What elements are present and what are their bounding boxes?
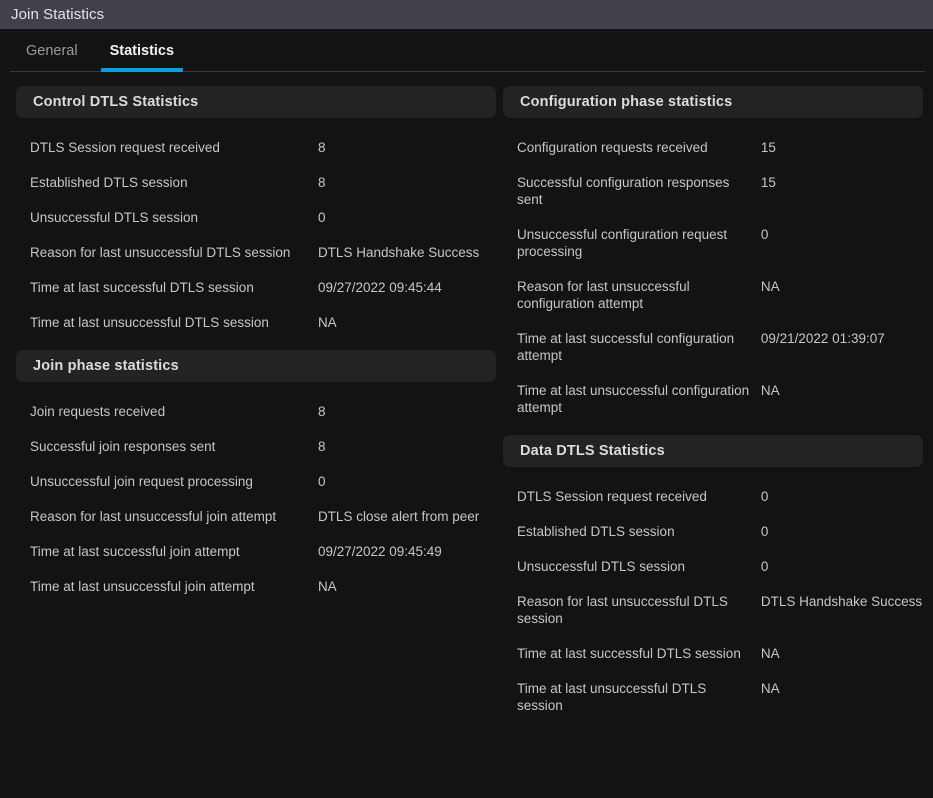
table-row: Unsuccessful DTLS session 0 bbox=[503, 549, 923, 584]
row-label: Reason for last unsuccessful DTLS sessio… bbox=[30, 245, 291, 260]
table-row: Configuration requests received 15 bbox=[503, 130, 923, 165]
table-row: Reason for last unsuccessful configurati… bbox=[503, 269, 923, 321]
row-label: Successful join responses sent bbox=[30, 439, 216, 454]
row-label: Time at last successful DTLS session bbox=[30, 280, 254, 295]
table-row: Time at last unsuccessful DTLS session N… bbox=[16, 305, 496, 340]
section-configuration-phase-statistics: Configuration phase statistics Configura… bbox=[503, 86, 923, 435]
row-label: Time at last unsuccessful configuration … bbox=[517, 383, 750, 415]
section-rows: Join requests received 8 Successful join… bbox=[16, 394, 496, 614]
row-value: 0 bbox=[317, 474, 326, 489]
table-row: DTLS Session request received 8 bbox=[16, 130, 496, 165]
row-value: 8 bbox=[317, 439, 326, 454]
row-label: Unsuccessful configuration request proce… bbox=[517, 227, 728, 259]
table-row: Time at last unsuccessful configuration … bbox=[503, 373, 923, 425]
section-join-phase-statistics: Join phase statistics Join requests rece… bbox=[16, 350, 496, 614]
row-value: NA bbox=[317, 315, 337, 330]
row-label: Unsuccessful DTLS session bbox=[517, 559, 686, 574]
row-label: Unsuccessful DTLS session bbox=[30, 210, 199, 225]
table-row: Successful join responses sent 8 bbox=[16, 429, 496, 464]
statistics-content: Control DTLS Statistics DTLS Session req… bbox=[0, 72, 933, 733]
table-row: Time at last unsuccessful DTLS session N… bbox=[503, 671, 923, 723]
row-value: 0 bbox=[760, 227, 769, 242]
section-data-dtls-statistics: Data DTLS Statistics DTLS Session reques… bbox=[503, 435, 923, 733]
section-rows: Configuration requests received 15 Succe… bbox=[503, 130, 923, 435]
row-label: Configuration requests received bbox=[517, 140, 708, 155]
row-value: 0 bbox=[760, 524, 769, 539]
section-header-configuration-phase-statistics: Configuration phase statistics bbox=[503, 86, 923, 118]
row-value: NA bbox=[760, 681, 780, 696]
tab-general-label: General bbox=[26, 42, 78, 59]
row-label: Time at last successful configuration at… bbox=[517, 331, 735, 363]
row-value: NA bbox=[317, 579, 337, 594]
row-value: 8 bbox=[317, 140, 326, 155]
tab-general[interactable]: General bbox=[10, 29, 94, 72]
tab-statistics-label: Statistics bbox=[109, 42, 175, 59]
row-label: Reason for last unsuccessful DTLS sessio… bbox=[517, 594, 728, 626]
row-label: Time at last successful join attempt bbox=[30, 544, 240, 559]
row-value: 09/27/2022 09:45:44 bbox=[317, 280, 442, 295]
row-value: DTLS Handshake Success bbox=[760, 594, 923, 609]
right-column: Configuration phase statistics Configura… bbox=[496, 86, 933, 733]
row-value: NA bbox=[760, 279, 780, 294]
row-label: DTLS Session request received bbox=[30, 140, 220, 155]
row-value: 0 bbox=[317, 210, 326, 225]
row-label: Successful configuration responses sent bbox=[517, 175, 730, 207]
row-value: 8 bbox=[317, 175, 326, 190]
section-header-data-dtls-statistics: Data DTLS Statistics bbox=[503, 435, 923, 467]
table-row: Time at last successful join attempt 09/… bbox=[16, 534, 496, 569]
section-header-join-phase-statistics: Join phase statistics bbox=[16, 350, 496, 382]
section-rows: DTLS Session request received 8 Establis… bbox=[16, 130, 496, 350]
row-label: DTLS Session request received bbox=[517, 489, 707, 504]
section-header-control-dtls-statistics: Control DTLS Statistics bbox=[16, 86, 496, 118]
section-title: Configuration phase statistics bbox=[520, 94, 733, 110]
table-row: Unsuccessful join request processing 0 bbox=[16, 464, 496, 499]
row-label: Time at last unsuccessful DTLS session bbox=[30, 315, 269, 330]
window-titlebar: Join Statistics bbox=[0, 0, 933, 29]
table-row: Unsuccessful configuration request proce… bbox=[503, 217, 923, 269]
table-row: DTLS Session request received 0 bbox=[503, 479, 923, 514]
row-value: DTLS close alert from peer bbox=[317, 509, 480, 524]
row-label: Time at last unsuccessful DTLS session bbox=[517, 681, 707, 713]
tab-statistics[interactable]: Statistics bbox=[94, 29, 190, 72]
table-row: Established DTLS session 8 bbox=[16, 165, 496, 200]
table-row: Time at last successful configuration at… bbox=[503, 321, 923, 373]
row-label: Reason for last unsuccessful join attemp… bbox=[30, 509, 277, 524]
row-label: Join requests received bbox=[30, 404, 166, 419]
row-label: Unsuccessful join request processing bbox=[30, 474, 253, 489]
table-row: Time at last successful DTLS session 09/… bbox=[16, 270, 496, 305]
section-title: Control DTLS Statistics bbox=[33, 94, 199, 110]
row-value: 0 bbox=[760, 559, 769, 574]
row-label: Time at last successful DTLS session bbox=[517, 646, 741, 661]
row-value: 09/21/2022 01:39:07 bbox=[760, 331, 885, 346]
table-row: Successful configuration responses sent … bbox=[503, 165, 923, 217]
row-label: Established DTLS session bbox=[517, 524, 675, 539]
table-row: Reason for last unsuccessful join attemp… bbox=[16, 499, 496, 534]
row-value: 09/27/2022 09:45:49 bbox=[317, 544, 442, 559]
row-value: DTLS Handshake Success bbox=[317, 245, 480, 260]
row-value: 8 bbox=[317, 404, 326, 419]
table-row: Reason for last unsuccessful DTLS sessio… bbox=[503, 584, 923, 636]
left-column: Control DTLS Statistics DTLS Session req… bbox=[0, 86, 496, 733]
row-value: 15 bbox=[760, 140, 776, 155]
table-row: Unsuccessful DTLS session 0 bbox=[16, 200, 496, 235]
row-value: 15 bbox=[760, 175, 776, 190]
row-label: Time at last unsuccessful join attempt bbox=[30, 579, 255, 594]
section-control-dtls-statistics: Control DTLS Statistics DTLS Session req… bbox=[16, 86, 496, 350]
window-title: Join Statistics bbox=[11, 6, 105, 23]
table-row: Time at last unsuccessful join attempt N… bbox=[16, 569, 496, 604]
table-row: Time at last successful DTLS session NA bbox=[503, 636, 923, 671]
join-statistics-window: Join Statistics General Statistics Contr… bbox=[0, 0, 933, 798]
row-value: 0 bbox=[760, 489, 769, 504]
table-row: Reason for last unsuccessful DTLS sessio… bbox=[16, 235, 496, 270]
row-label: Established DTLS session bbox=[30, 175, 188, 190]
tab-bar: General Statistics bbox=[0, 29, 933, 72]
row-value: NA bbox=[760, 646, 780, 661]
table-row: Established DTLS session 0 bbox=[503, 514, 923, 549]
section-title: Join phase statistics bbox=[33, 358, 179, 374]
section-title: Data DTLS Statistics bbox=[520, 443, 665, 459]
table-row: Join requests received 8 bbox=[16, 394, 496, 429]
section-rows: DTLS Session request received 0 Establis… bbox=[503, 479, 923, 733]
row-value: NA bbox=[760, 383, 780, 398]
row-label: Reason for last unsuccessful configurati… bbox=[517, 279, 690, 311]
